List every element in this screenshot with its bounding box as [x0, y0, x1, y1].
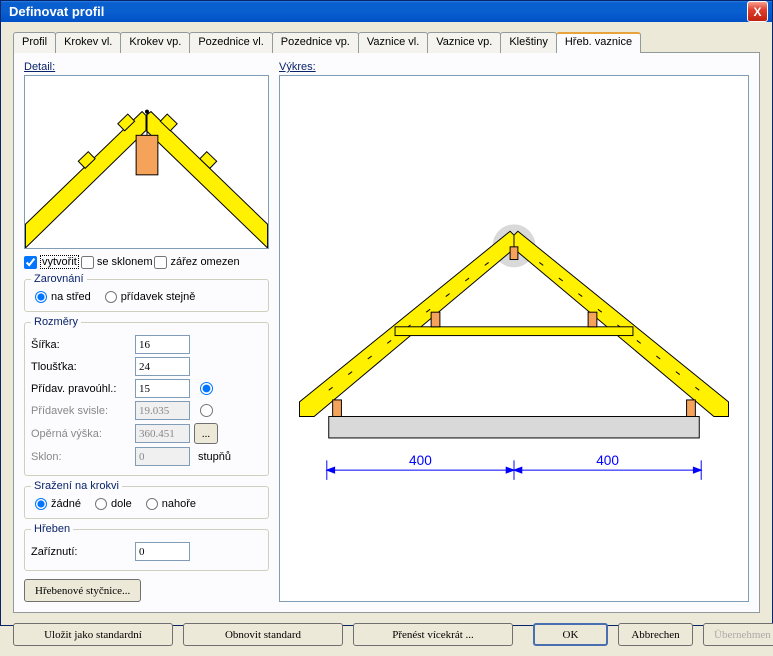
- radio-chamfer-bottom[interactable]: dole: [95, 498, 132, 510]
- window-title: Definovat profil: [9, 4, 104, 19]
- transfer-button[interactable]: Přenést vícekrát ...: [353, 623, 513, 646]
- check-notchlimit-box[interactable]: [154, 256, 167, 269]
- tab-vaznice-vp[interactable]: Vaznice vp.: [427, 32, 501, 53]
- check-create-label: vytvořit: [40, 255, 79, 269]
- thickness-label: Tloušťka:: [31, 361, 131, 373]
- group-chamfer: Sražení na krokvi žádné dole nahoře: [24, 480, 269, 519]
- group-dimensions-legend: Rozměry: [31, 316, 81, 328]
- close-button[interactable]: X: [747, 1, 768, 22]
- radio-chamfer-top-input[interactable]: [146, 498, 158, 510]
- dialog-window: Definovat profil X Profil Krokev vl. Kro…: [0, 0, 773, 626]
- support-height-label: Opěrná výška:: [31, 428, 131, 440]
- tab-klestiny[interactable]: Kleštiny: [500, 32, 557, 53]
- add-vert-label: Přídavek svisle:: [31, 405, 131, 417]
- add-vert-input: [135, 401, 190, 420]
- radio-chamfer-bottom-label: dole: [111, 498, 132, 510]
- check-withslope-label: se sklonem: [97, 256, 153, 268]
- check-create[interactable]: vytvořit: [24, 255, 79, 269]
- radio-chamfer-none-label: žádné: [51, 498, 81, 510]
- tab-pozednice-vp[interactable]: Pozednice vp.: [272, 32, 359, 53]
- check-row: vytvořit se sklonem zářez omezen: [24, 255, 269, 269]
- restore-standard-button[interactable]: Obnovit standard: [183, 623, 343, 646]
- radio-chamfer-top[interactable]: nahoře: [146, 498, 196, 510]
- tab-profil[interactable]: Profil: [13, 32, 56, 53]
- group-alignment-legend: Zarovnání: [31, 273, 87, 285]
- thickness-input[interactable]: [135, 357, 190, 376]
- check-notchlimit[interactable]: zářez omezen: [154, 256, 239, 269]
- add-perp-label: Přídav. pravoúhl.:: [31, 383, 131, 395]
- cancel-button[interactable]: Abbrechen: [618, 623, 693, 646]
- check-notchlimit-label: zářez omezen: [170, 256, 239, 268]
- check-withslope[interactable]: se sklonem: [81, 256, 153, 269]
- slope-label: Sklon:: [31, 451, 131, 463]
- detail-canvas: [24, 75, 269, 249]
- left-column: Detail:: [24, 61, 269, 602]
- drawing-label: Výkres:: [279, 61, 749, 73]
- slope-input: [135, 447, 190, 466]
- radio-chamfer-top-label: nahoře: [162, 498, 196, 510]
- radio-chamfer-none[interactable]: žádné: [35, 498, 81, 510]
- ridge-joints-button[interactable]: Hřebenové styčnice...: [24, 579, 141, 602]
- detail-drawing: [25, 76, 268, 248]
- drawing-canvas: 400 400: [279, 75, 749, 602]
- add-perp-input[interactable]: [135, 379, 190, 398]
- radio-align-center-input[interactable]: [35, 291, 47, 303]
- tab-hreb-vaznice[interactable]: Hřeb. vaznice: [556, 32, 641, 53]
- detail-label: Detail:: [24, 61, 269, 73]
- radio-align-even-input[interactable]: [105, 291, 117, 303]
- ridge-cut-label: Zaříznutí:: [31, 546, 131, 558]
- width-input[interactable]: [135, 335, 190, 354]
- support-height-input: [135, 424, 190, 443]
- save-standard-button[interactable]: Uložit jako standardní: [13, 623, 173, 646]
- add-perp-radio[interactable]: [200, 382, 213, 395]
- close-icon: X: [753, 5, 761, 19]
- tab-page: Detail:: [13, 52, 760, 613]
- drawing-svg: 400 400: [280, 76, 748, 601]
- radio-align-center[interactable]: na střed: [35, 291, 91, 303]
- ridge-cut-input[interactable]: [135, 542, 190, 561]
- tab-strip: Profil Krokev vl. Krokev vp. Pozednice v…: [13, 32, 760, 53]
- group-alignment: Zarovnání na střed přídavek stejně: [24, 273, 269, 312]
- radio-chamfer-none-input[interactable]: [35, 498, 47, 510]
- button-bar: Uložit jako standardní Obnovit standard …: [13, 623, 760, 646]
- slope-unit: stupňů: [198, 451, 231, 463]
- tab-krokev-vl[interactable]: Krokev vl.: [55, 32, 121, 53]
- radio-align-even[interactable]: přídavek stejně: [105, 291, 196, 303]
- radio-chamfer-bottom-input[interactable]: [95, 498, 107, 510]
- radio-align-even-label: přídavek stejně: [121, 291, 196, 303]
- client-area: Profil Krokev vl. Krokev vp. Pozednice v…: [1, 22, 772, 656]
- width-label: Šířka:: [31, 339, 131, 351]
- tab-krokev-vp[interactable]: Krokev vp.: [120, 32, 190, 53]
- support-height-more-button[interactable]: ...: [194, 423, 218, 444]
- tab-vaznice-vl[interactable]: Vaznice vl.: [358, 32, 428, 53]
- dim-left-text: 400: [409, 453, 432, 468]
- titlebar: Definovat profil X: [1, 1, 772, 22]
- apply-button: Übernehmen: [703, 623, 773, 646]
- check-withslope-box[interactable]: [81, 256, 94, 269]
- group-ridge-legend: Hřeben: [31, 523, 73, 535]
- group-ridge: Hřeben Zaříznutí:: [24, 523, 269, 571]
- group-chamfer-legend: Sražení na krokvi: [31, 480, 122, 492]
- tab-pozednice-vl[interactable]: Pozednice vl.: [189, 32, 272, 53]
- check-create-box[interactable]: [24, 256, 37, 269]
- dim-right-text: 400: [596, 453, 619, 468]
- radio-align-center-label: na střed: [51, 291, 91, 303]
- right-column: Výkres:: [279, 61, 749, 602]
- add-vert-radio[interactable]: [200, 404, 213, 417]
- group-dimensions: Rozměry Šířka: Tloušťka: Přídav. pravoúh…: [24, 316, 269, 476]
- ok-button[interactable]: OK: [533, 623, 608, 646]
